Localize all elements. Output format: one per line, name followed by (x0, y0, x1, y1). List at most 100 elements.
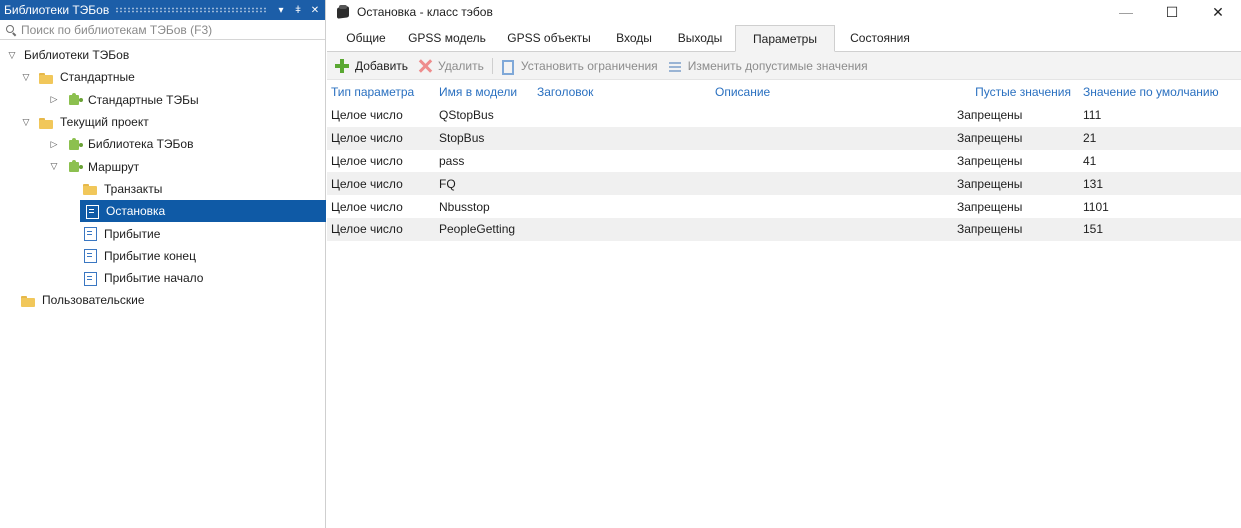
collapse-chevron-icon[interactable]: ▽ (48, 161, 60, 172)
tree-item[interactable]: ▽ Стандартные (0, 66, 325, 88)
table-row[interactable]: Целое число FQ Запрещены 131 (327, 172, 1241, 196)
add-label: Добавить (355, 58, 409, 73)
maximize-button[interactable]: ☐ (1149, 0, 1195, 24)
tree-item[interactable]: Остановка (80, 200, 326, 223)
table-cell: QStopBus (439, 108, 494, 123)
minimize-button[interactable]: — (1103, 0, 1149, 24)
collapse-chevron-icon[interactable]: ▽ (20, 117, 32, 128)
tree-item[interactable]: ▽ Текущий проект (0, 111, 325, 133)
folder-icon (20, 294, 36, 307)
table-cell: Целое число (331, 222, 403, 237)
search-box[interactable] (0, 20, 325, 40)
edit-values-button[interactable]: Изменить допустимые значения (668, 59, 868, 73)
class-window: Остановка - класс тэбов — ☐ ✕ Общие GPSS … (327, 0, 1241, 528)
table-cell: Запрещены (957, 176, 1023, 191)
tree-item[interactable]: ▽ Маршрут (0, 155, 325, 177)
doc-icon (84, 204, 100, 219)
title-bar[interactable]: Остановка - класс тэбов — ☐ ✕ (327, 0, 1241, 24)
search-input[interactable] (21, 22, 301, 37)
tree-item[interactable]: ▷ Библиотека ТЭБов (0, 133, 325, 155)
parameters-grid: Тип параметра Имя в модели Заголовок Описан… (327, 80, 1241, 241)
table-cell: Целое число (331, 153, 403, 168)
tree-item-label: Прибытие конец (104, 248, 196, 263)
tree-item-label: Библиотеки ТЭБов (24, 48, 130, 63)
column-header[interactable]: Пустые значения (953, 85, 1083, 99)
list-icon (668, 59, 682, 73)
panel-drag-grip[interactable] (115, 7, 266, 13)
tree-item[interactable]: Пользовательские (0, 289, 325, 311)
table-cell: Запрещены (957, 131, 1023, 146)
table-cell: Запрещены (957, 199, 1023, 214)
tree-item-label: Стандартные (60, 70, 135, 85)
pin-icon[interactable]: ǂ (291, 5, 305, 16)
tab-2[interactable]: GPSS объекты (495, 25, 603, 51)
tree-item[interactable]: Прибытие начало (0, 267, 325, 289)
tab-0[interactable]: Общие (333, 25, 399, 51)
library-tree: ▽ Библиотеки ТЭБов ▽ Стандартные ▷ Стандартны… (0, 40, 326, 312)
tab-4[interactable]: Выходы (665, 25, 735, 51)
delete-button[interactable]: Удалить (418, 59, 484, 73)
folder-icon (38, 71, 54, 84)
table-cell: pass (439, 153, 465, 168)
set-limits-button[interactable]: Установить ограничения (501, 58, 658, 75)
expand-chevron-icon[interactable]: ▷ (48, 94, 60, 105)
delete-icon (418, 59, 432, 73)
close-window-button[interactable]: ✕ (1195, 0, 1241, 24)
puzzle-icon (66, 137, 82, 151)
expand-chevron-icon[interactable]: ▷ (48, 139, 60, 150)
table-row[interactable]: Целое число QStopBus Запрещены 111 (327, 104, 1241, 127)
table-cell: FQ (439, 176, 456, 191)
tree-item-label: Пользовательские (42, 293, 145, 308)
tree-item[interactable]: ▷ Стандартные ТЭБы (0, 89, 325, 111)
tab-1[interactable]: GPSS модель (399, 25, 495, 51)
table-cell: 21 (1083, 131, 1097, 146)
tree-item[interactable]: Транзакты (0, 178, 325, 200)
table-row[interactable]: Целое число StopBus Запрещены 21 (327, 126, 1241, 150)
column-header[interactable]: Описание (715, 85, 953, 99)
set-limits-label: Установить ограничения (520, 58, 658, 73)
table-cell: Запрещены (957, 108, 1023, 123)
table-cell: 1101 (1083, 199, 1109, 214)
panel-header: Библиотеки ТЭБов ▾ ǂ ✕ (0, 0, 325, 20)
add-button[interactable]: Добавить (335, 58, 409, 73)
doc-icon (82, 227, 98, 242)
library-panel: Библиотеки ТЭБов ▾ ǂ ✕ ▽ Библиотеки ТЭБов… (0, 0, 326, 528)
column-header[interactable]: Имя в модели (439, 85, 537, 99)
doc-icon (82, 271, 98, 286)
tree-item-label: Библиотека ТЭБов (88, 137, 194, 152)
tab-3[interactable]: Входы (603, 25, 665, 51)
table-cell: Запрещены (957, 153, 1023, 168)
toolbar-separator (491, 57, 493, 74)
tree-item[interactable]: Прибытие конец (0, 245, 325, 267)
tree-item[interactable]: ▽ Библиотеки ТЭБов (0, 44, 325, 66)
column-header[interactable]: Значение по умолчанию (1083, 85, 1241, 99)
table-cell: 151 (1083, 222, 1104, 237)
table-cell: 131 (1083, 176, 1104, 191)
collapse-chevron-icon[interactable]: ▽ (6, 50, 18, 61)
table-cell: Запрещены (957, 222, 1023, 237)
plus-icon (335, 58, 349, 73)
app-icon (335, 4, 351, 20)
close-icon[interactable]: ✕ (308, 5, 322, 16)
table-row[interactable]: Целое число pass Запрещены 41 (327, 150, 1241, 173)
panel-menu-icon[interactable]: ▾ (274, 5, 288, 16)
tree-item[interactable]: Прибытие (0, 222, 325, 244)
table-cell: Целое число (331, 199, 403, 214)
tree-item-label: Прибытие начало (104, 271, 204, 286)
table-row[interactable]: Целое число Nbusstop Запрещены 1101 (327, 195, 1241, 218)
column-header[interactable]: Тип параметра (327, 85, 439, 99)
tree-item-label: Остановка (106, 204, 166, 219)
panel-title: Библиотеки ТЭБов (4, 3, 110, 17)
puzzle-icon (66, 160, 82, 173)
column-header[interactable]: Заголовок (537, 85, 715, 99)
folder-icon (82, 182, 98, 196)
tree-item-label: Маршрут (88, 159, 140, 174)
delete-label: Удалить (438, 58, 484, 73)
tree-item-label: Прибытие (104, 226, 161, 241)
tab-6[interactable]: Состояния (835, 25, 925, 51)
table-cell: 41 (1083, 153, 1097, 168)
table-row[interactable]: Целое число PeopleGetting Запрещены 151 (327, 217, 1241, 241)
collapse-chevron-icon[interactable]: ▽ (20, 72, 32, 83)
tab-5[interactable]: Параметры (735, 25, 835, 52)
brackets-icon (501, 59, 515, 75)
